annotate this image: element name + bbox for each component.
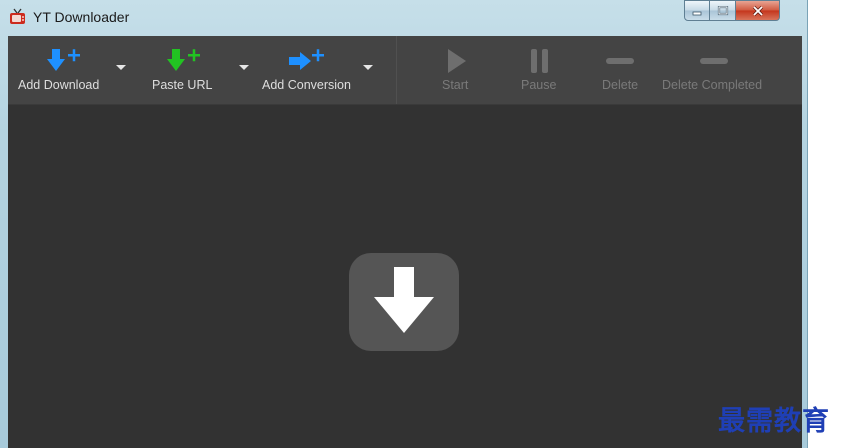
add-conversion-button[interactable]: Add Conversion — [260, 36, 354, 104]
pause-label: Pause — [521, 78, 557, 92]
paste-arrow-plus-icon — [167, 49, 200, 71]
minimize-button[interactable] — [684, 0, 710, 21]
maximize-icon — [717, 5, 728, 15]
watermark-text: 最需教育 — [718, 406, 830, 437]
pause-button[interactable]: Pause — [516, 36, 562, 104]
start-label: Start — [442, 78, 469, 92]
delete-label: Delete — [602, 78, 639, 92]
pause-icon — [531, 49, 548, 73]
app-client-area: Add Download Paste URL Add Conversion St… — [8, 36, 802, 448]
close-button[interactable] — [736, 0, 780, 21]
add-conversion-dropdown-caret[interactable] — [363, 65, 373, 70]
empty-state-download-tile[interactable] — [349, 253, 459, 351]
tv-icon — [10, 8, 25, 24]
close-icon — [752, 5, 763, 16]
minus-icon — [700, 58, 728, 64]
delete-completed-label: Delete Completed — [662, 78, 763, 92]
paste-url-label: Paste URL — [152, 78, 213, 92]
add-download-label: Add Download — [18, 78, 100, 92]
add-conversion-label: Add Conversion — [262, 78, 351, 92]
paste-url-button[interactable]: Paste URL — [148, 36, 214, 104]
paste-url-dropdown-caret[interactable] — [239, 65, 249, 70]
delete-button[interactable]: Delete — [596, 36, 644, 104]
convert-arrow-plus-icon — [289, 49, 324, 70]
start-button[interactable]: Start — [433, 36, 479, 104]
app-window: YT Downloader Add Download Paste URL Add… — [0, 0, 808, 448]
minus-icon — [606, 58, 634, 64]
toolbar: Add Download Paste URL Add Conversion St… — [8, 36, 802, 105]
download-arrow-icon — [374, 267, 434, 333]
add-download-dropdown-caret[interactable] — [116, 65, 126, 70]
title-bar[interactable]: YT Downloader — [0, 0, 808, 36]
window-controls — [684, 0, 780, 22]
window-title: YT Downloader — [33, 9, 130, 25]
minimize-icon — [692, 11, 702, 15]
maximize-button[interactable] — [710, 0, 736, 21]
toolbar-separator — [396, 36, 397, 104]
download-arrow-plus-icon — [47, 49, 80, 71]
play-icon — [448, 49, 466, 73]
add-download-button[interactable]: Add Download — [16, 36, 110, 104]
delete-completed-button[interactable]: Delete Completed — [660, 36, 770, 104]
